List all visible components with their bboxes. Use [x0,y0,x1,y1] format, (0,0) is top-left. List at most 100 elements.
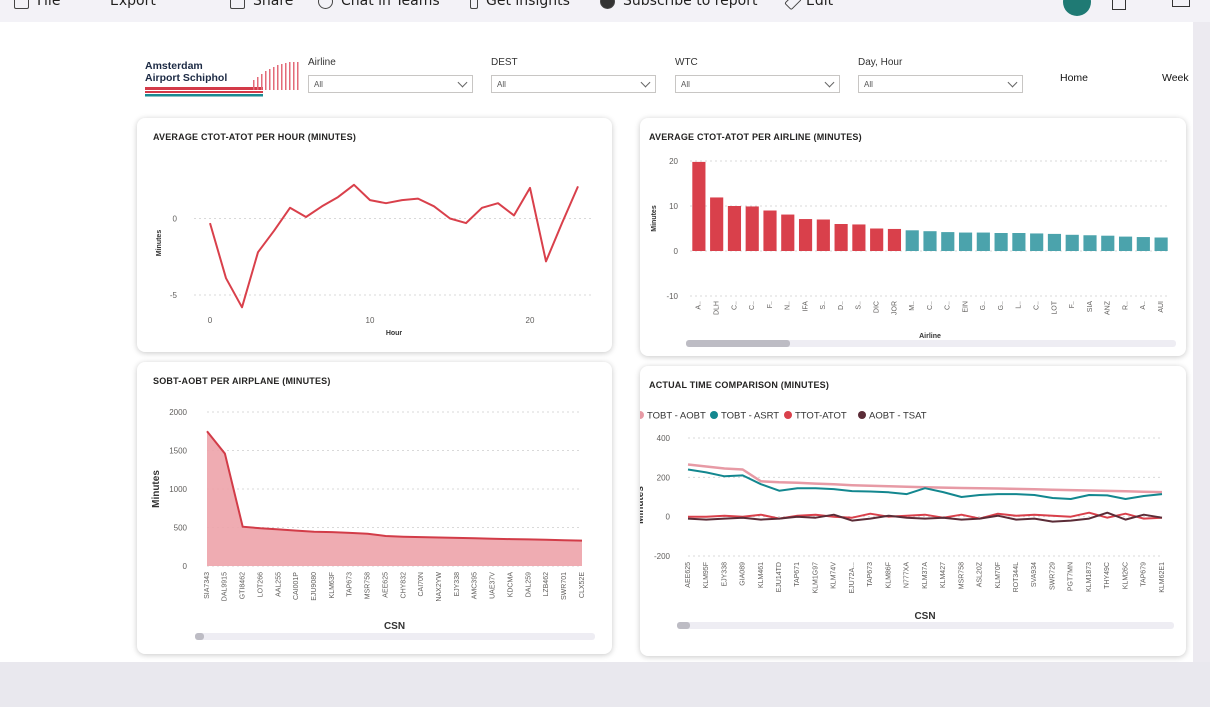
nav-home-button[interactable]: Home [1060,72,1088,84]
canvas-bottom-margin [0,662,1210,707]
toolbar-edit[interactable]: Edit [784,0,833,10]
bar [1101,235,1115,251]
chart-ctot-atot-per-hour[interactable]: 0 -5 0 10 20 Hour Minutes [137,118,612,352]
chart-sobt-aobt-per-airplane[interactable]: 2000 1500 1000 500 0 SIA7343 DAL9915 GTI8462 LOT… [137,362,612,654]
filter-airline: Airline All [308,57,473,93]
bar [941,232,955,251]
x-tick-label: ROT344L [1013,562,1020,592]
bar [1030,233,1044,251]
bar [834,224,848,251]
toolbar-chat-in-teams[interactable]: Chat in Teams [318,0,440,9]
bar [994,233,1008,251]
x-tick-label: MSR758 [365,572,372,599]
x-tick-label: JOR [891,301,898,315]
chart3-scrollbar[interactable] [195,633,595,640]
filter-dest-dropdown[interactable]: All [491,75,656,93]
x-tick-label: C.. [731,301,738,310]
toolbar-file[interactable]: File [14,0,60,9]
x-tick-label: KLM63F [329,572,336,598]
filter-dest-label: DEST [491,57,518,68]
y-tick-label: -5 [170,291,178,300]
x-tick-label: DAL9915 [222,572,229,601]
chart3-scroll-thumb[interactable] [195,633,204,640]
x-tick-label: 0 [208,316,213,325]
x-tick-label: L.. [1016,301,1023,309]
x-tick-label: C.. [1034,301,1041,310]
filter-day-hour-label: Day, Hour [858,57,903,68]
filter-wtc-value: All [681,80,690,89]
chart-ctot-atot-per-airline[interactable]: 20 10 0 -10 A.. DLH C.. C.. F.. N.. IFA S.. D.. S.. DI… [640,118,1186,356]
bar [781,214,795,251]
card-actual-time-comparison: ACTUAL TIME COMPARISON (MINUTES) 400 200 0… [640,366,1186,656]
toolbar-insights-label: Get insights [486,0,570,9]
toolbar-export-label: Export [110,0,156,9]
x-tick-label: SIA [1087,301,1094,313]
x-tick-label: LOT [1051,300,1058,314]
y-axis-title: Minutes [651,205,658,232]
report-toolbar: File Export Share Chat in Teams Get insi… [0,0,1210,22]
chart2-scrollbar[interactable] [686,340,1176,347]
y-tick-label: 1000 [169,485,187,494]
x-tick-label: 10 [366,316,375,325]
filter-wtc-dropdown[interactable]: All [675,75,840,93]
toolbar-get-insights[interactable]: Get insights [470,0,570,9]
legend-label: TTOT-ATOT [795,411,847,422]
y-tick-label: 200 [657,473,671,482]
x-tick-label: EIN [962,301,969,313]
legend-label: AOBT - TSAT [869,411,927,422]
filter-day-hour-dropdown[interactable]: All [858,75,1023,93]
x-tick-label: THY49C [1104,562,1111,589]
bar [1047,233,1062,251]
x-tick-label: EJU72A... [849,562,856,594]
x-tick-label: LOT266 [257,572,264,597]
bar [958,232,973,251]
x-tick-label: GIA089 [740,562,747,586]
toolbar-share[interactable]: Share [230,0,293,9]
legend-marker [858,411,866,419]
x-tick-label: KLM37A [922,562,929,589]
x-axis-title: CSN [384,621,405,632]
x-tick-label: AEE625 [382,572,389,598]
canvas-right-margin [1193,22,1210,662]
x-tick-label: MSR758 [958,562,965,589]
chevron-down-icon [824,77,835,88]
bookmark-icon[interactable] [1112,0,1126,10]
y-tick-label: 0 [183,562,188,571]
x-tick-label: AMC395 [472,572,479,599]
x-tick-label: A.. [696,301,703,310]
nav-week-button[interactable]: Week [1162,72,1189,84]
bar [976,232,990,251]
chart4-scrollbar[interactable] [677,622,1174,629]
chart2-scroll-thumb[interactable] [686,340,790,347]
x-tick-label: N.. [785,301,792,310]
chart4-scroll-thumb[interactable] [677,622,690,629]
x-tick-label: CHY832 [400,572,407,599]
x-tick-label: G.. [998,301,1005,310]
y-tick-label: -200 [654,552,671,561]
y-axis-title: Minutes [640,486,646,524]
bar [852,224,866,251]
bar [692,161,706,251]
avatar[interactable] [1063,0,1091,16]
comment-icon[interactable] [1172,0,1190,7]
x-tick-label: EJY338 [454,572,461,597]
lightbulb-icon [470,0,478,9]
y-axis-title: Minutes [156,230,163,257]
filter-airline-dropdown[interactable]: All [308,75,473,93]
x-tick-label: GTI8462 [240,572,247,599]
x-tick-label: EJU9080 [311,572,318,601]
x-tick-label: DLH [714,301,721,315]
filter-wtc-label: WTC [675,57,698,68]
toolbar-export[interactable]: Export [110,0,156,9]
x-axis-title: Airline [919,333,941,340]
x-tick-label: CAI70N [418,572,425,597]
x-tick-label: KLM461 [758,562,765,588]
x-tick-label: KLM427 [940,562,947,588]
chart-actual-time-comparison[interactable]: 400 200 0 -200 TOBT - AOBT TOBT - ASRT TTOT-AT… [640,366,1186,656]
x-tick-label: TAP673 [867,562,874,587]
toolbar-subscribe[interactable]: Subscribe to report [600,0,758,9]
legend-marker [710,411,718,419]
chevron-down-icon [457,77,468,88]
x-tick-label: CLX52E [579,572,586,598]
legend-label: TOBT - AOBT [647,411,706,422]
